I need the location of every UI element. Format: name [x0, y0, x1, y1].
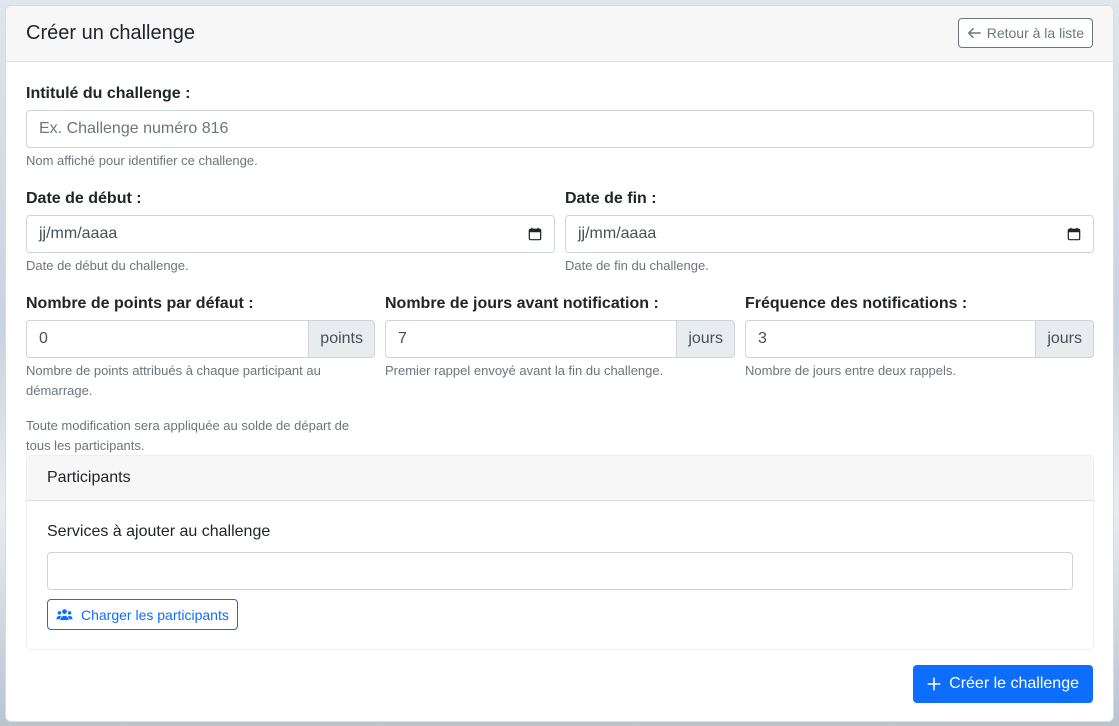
- participants-panel: Participants Services à ajouter au chall…: [26, 455, 1094, 650]
- challenge-title-input[interactable]: Ex. Challenge numéro 816: [26, 110, 1094, 148]
- create-challenge-button[interactable]: Créer le challenge: [913, 665, 1093, 703]
- notify-days-input-group: 7 jours: [385, 320, 735, 358]
- frequency-input[interactable]: 3: [745, 320, 1036, 358]
- page-title: Créer un challenge: [26, 22, 195, 44]
- points-label: Nombre de points par défaut :: [26, 295, 254, 312]
- points-note-line1: Toute modification sera appliquée au sol…: [26, 418, 350, 433]
- back-to-list-button[interactable]: Retour à la liste: [957, 18, 1093, 48]
- start-date-input[interactable]: jj/mm/aaaa: [26, 215, 555, 253]
- create-challenge-card: Créer un challenge Retour à la liste Int…: [5, 5, 1114, 722]
- plus-icon: [927, 677, 941, 691]
- load-participants-button[interactable]: Charger les participants: [47, 599, 238, 630]
- notify-days-label: Nombre de jours avant notification :: [385, 295, 659, 312]
- points-note-line2: tous les participants.: [26, 438, 145, 453]
- end-date-label: Date de fin :: [565, 190, 657, 207]
- challenge-title-placeholder: Ex. Challenge numéro 816: [39, 120, 229, 137]
- calendar-icon[interactable]: [528, 227, 542, 241]
- participants-panel-title: Participants: [27, 456, 1093, 501]
- load-participants-label: Charger les participants: [81, 606, 229, 623]
- title-field-label: Intitulé du challenge :: [26, 85, 191, 102]
- services-label: Services à ajouter au challenge: [47, 523, 271, 540]
- end-date-value: jj/mm/aaaa: [578, 225, 657, 242]
- title-field-help: Nom affiché pour identifier ce challenge…: [26, 153, 258, 168]
- notify-days-input[interactable]: 7: [385, 320, 677, 358]
- back-button-label: Retour à la liste: [986, 25, 1084, 41]
- frequency-input-group: 3 jours: [745, 320, 1094, 358]
- services-input[interactable]: [47, 552, 1073, 590]
- end-date-help: Date de fin du challenge.: [565, 258, 709, 273]
- points-input-group: 0 points: [26, 320, 375, 358]
- arrow-left-icon: [967, 27, 981, 39]
- frequency-help: Nombre de jours entre deux rappels.: [745, 363, 957, 378]
- frequency-label: Fréquence des notifications :: [745, 295, 968, 312]
- frequency-addon: jours: [1035, 320, 1094, 358]
- notify-days-addon: jours: [676, 320, 735, 358]
- notify-days-help: Premier rappel envoyé avant la fin du ch…: [385, 363, 664, 378]
- points-input[interactable]: 0: [26, 320, 309, 358]
- points-help-line1: Nombre de points attribués à chaque part…: [26, 363, 321, 378]
- create-challenge-label: Créer le challenge: [949, 675, 1079, 692]
- card-header: Créer un challenge Retour à la liste: [6, 6, 1113, 62]
- start-date-help: Date de début du challenge.: [26, 258, 189, 273]
- calendar-icon[interactable]: [1067, 227, 1081, 241]
- start-date-label: Date de début :: [26, 190, 142, 207]
- start-date-value: jj/mm/aaaa: [39, 225, 118, 242]
- points-addon: points: [308, 320, 375, 358]
- end-date-input[interactable]: jj/mm/aaaa: [565, 215, 1094, 253]
- users-icon: [56, 608, 73, 620]
- points-help-line2: démarrage.: [26, 383, 93, 398]
